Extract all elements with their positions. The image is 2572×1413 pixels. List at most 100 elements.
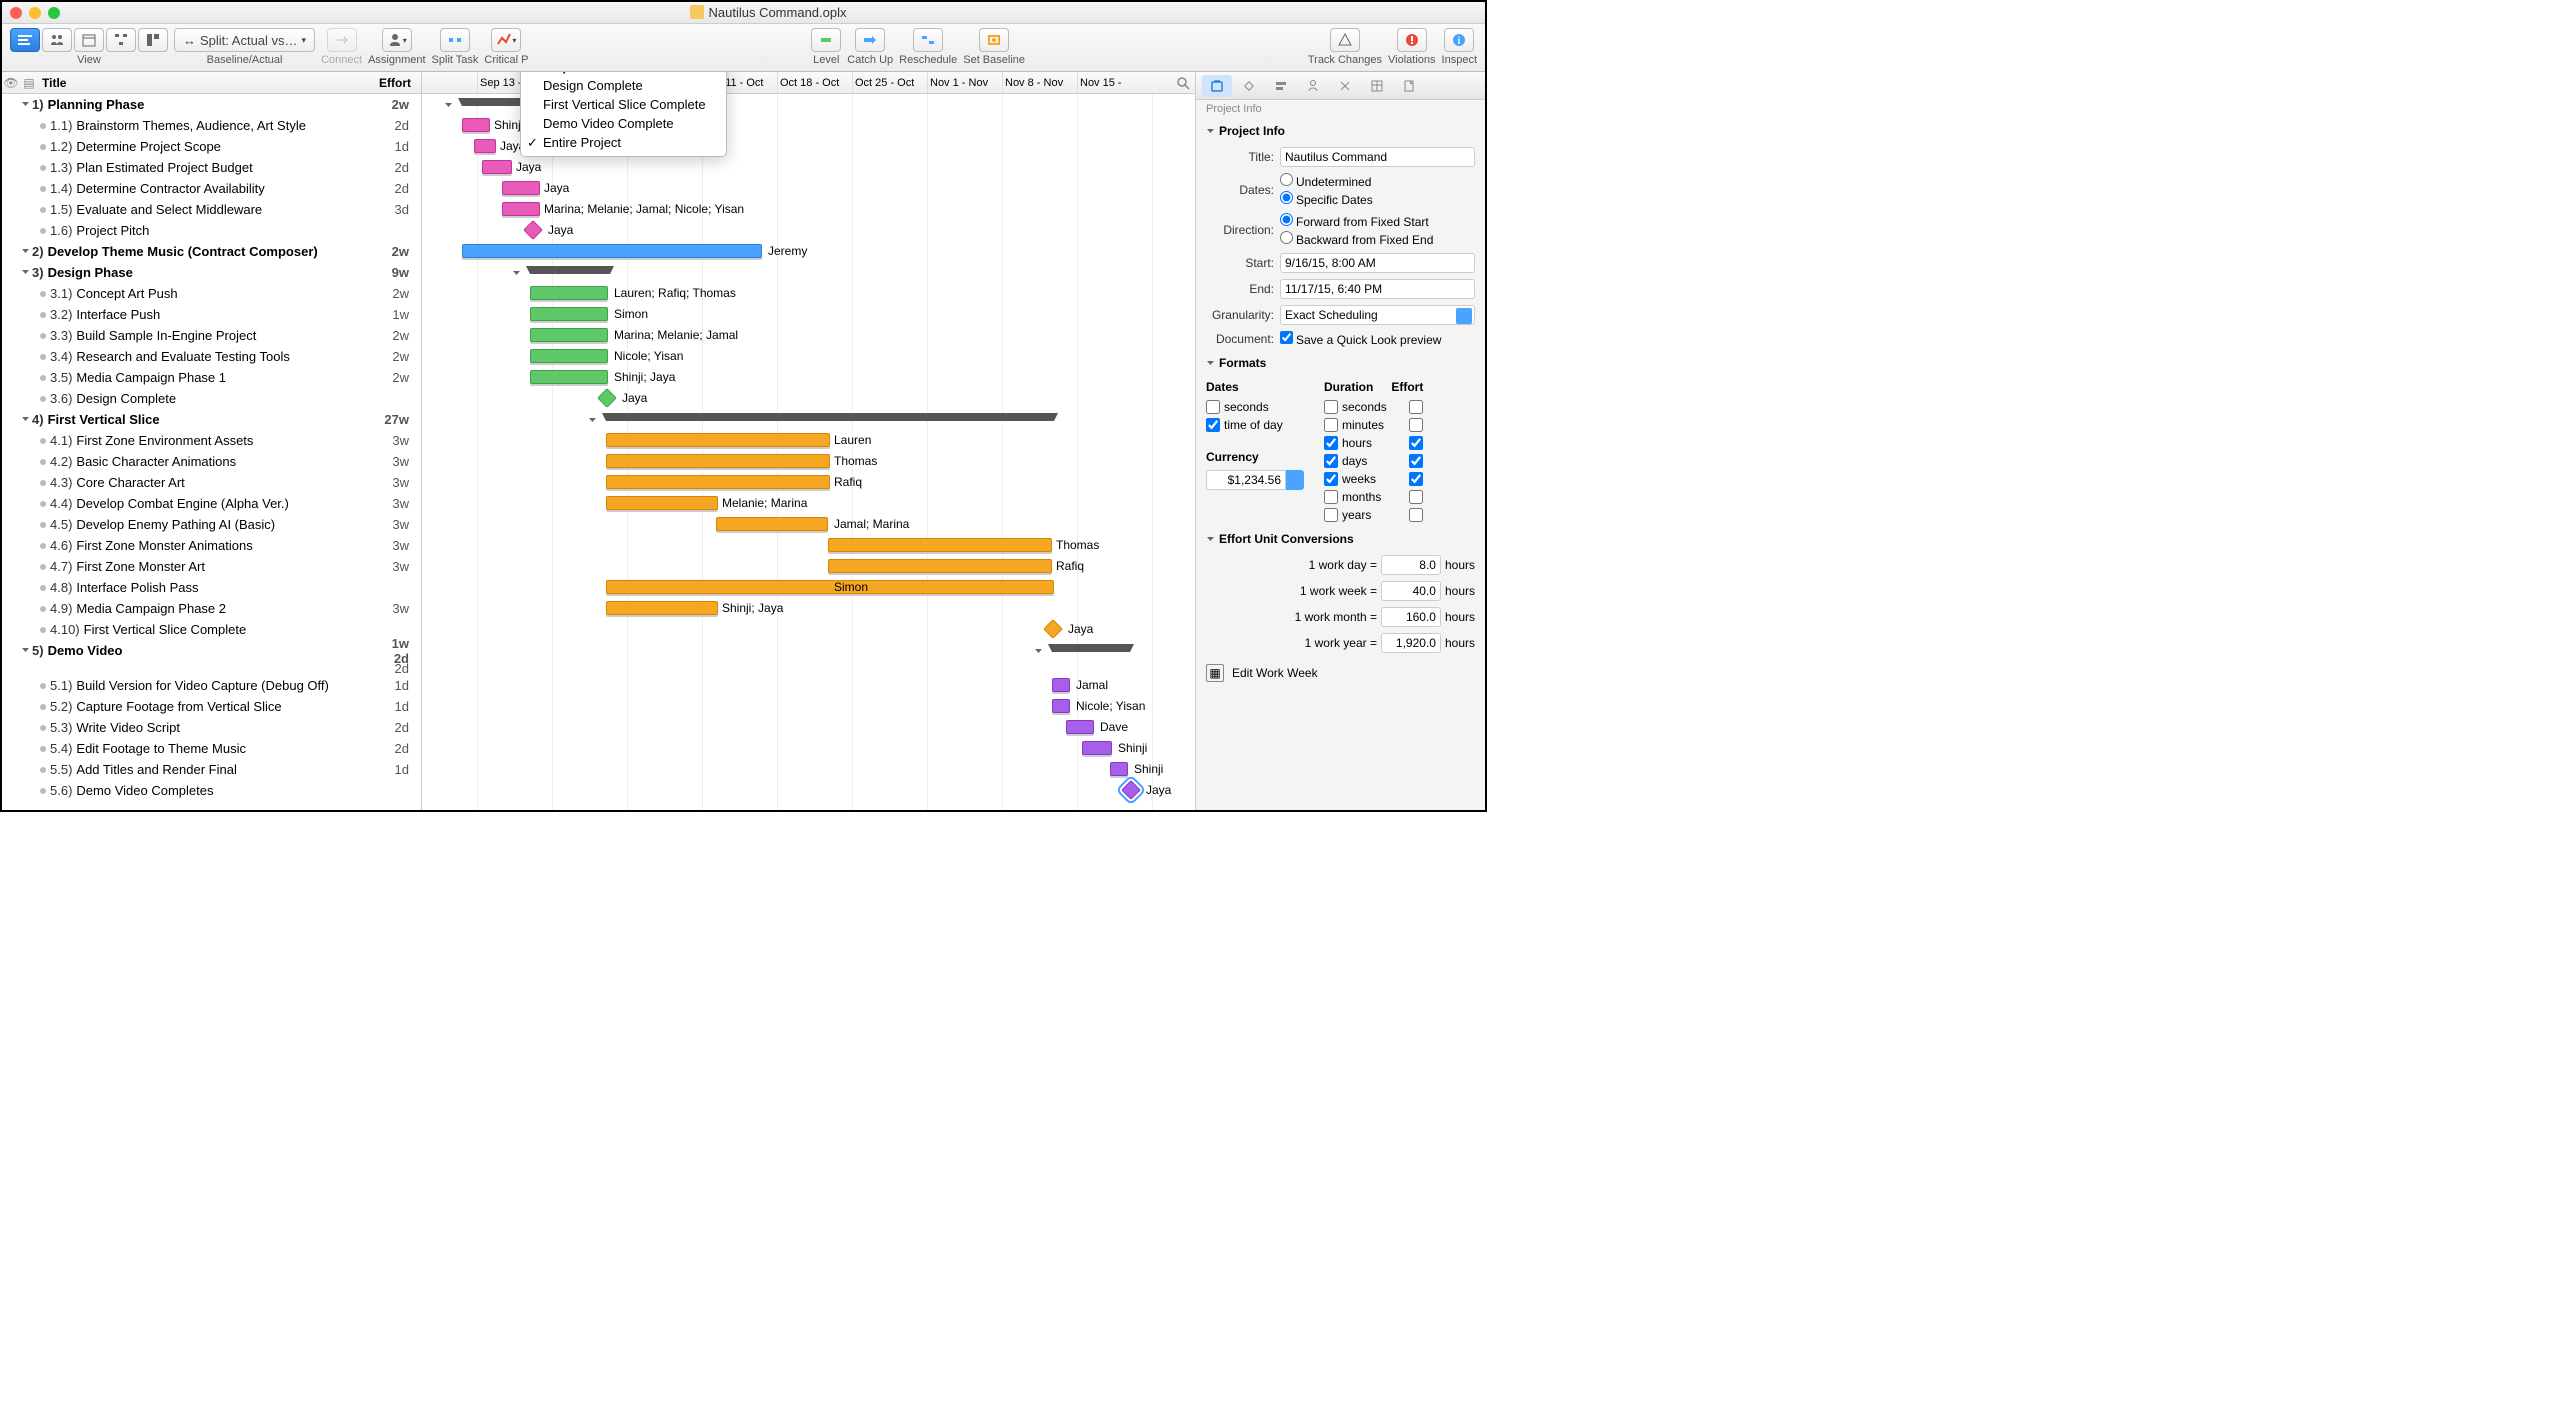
- outline-row[interactable]: 4.6)First Zone Monster Animations3w: [2, 535, 421, 556]
- eff-hours[interactable]: [1409, 436, 1423, 450]
- gantt-task-bar[interactable]: [474, 139, 496, 153]
- gantt-body[interactable]: ShinjiJaya; ShinjiJayaJayaMarina; Melani…: [422, 94, 1195, 810]
- gantt-task-bar[interactable]: [606, 496, 718, 510]
- gantt-task-bar[interactable]: [828, 559, 1052, 573]
- outline-row[interactable]: 4.2)Basic Character Animations3w: [2, 451, 421, 472]
- close-icon[interactable]: [10, 7, 22, 19]
- gantt-task-bar[interactable]: [606, 601, 718, 615]
- timeline-col[interactable]: Nov 8 - Nov: [1002, 72, 1063, 94]
- outline-row[interactable]: 3.4)Research and Evaluate Testing Tools2…: [2, 346, 421, 367]
- start-input[interactable]: [1280, 253, 1475, 273]
- inspector-tab-project[interactable]: [1202, 75, 1232, 97]
- outline-row[interactable]: 3.3)Build Sample In-Engine Project2w: [2, 325, 421, 346]
- search-icon[interactable]: [1175, 75, 1191, 91]
- section-formats[interactable]: Formats: [1196, 350, 1485, 376]
- outline-row[interactable]: 3.2)Interface Push1w: [2, 304, 421, 325]
- outline-row[interactable]: 4.8)Interface Polish Pass: [2, 577, 421, 598]
- eff-months[interactable]: [1409, 490, 1423, 504]
- gantt-disclosure-icon[interactable]: [512, 266, 521, 281]
- conv-year-input[interactable]: [1381, 633, 1441, 653]
- outline-row[interactable]: 4.5)Develop Enemy Pathing AI (Basic)3w: [2, 514, 421, 535]
- eff-weeks[interactable]: [1409, 472, 1423, 486]
- dates-undetermined-radio[interactable]: Undetermined: [1280, 173, 1373, 189]
- outline-row[interactable]: 3)Design Phase9w: [2, 262, 421, 283]
- set-baseline-button[interactable]: [979, 28, 1009, 52]
- gantt-disclosure-icon[interactable]: [444, 98, 453, 113]
- outline-row[interactable]: 5.6)Demo Video Completes: [2, 780, 421, 801]
- gantt-task-bar[interactable]: [1052, 678, 1070, 692]
- gantt-task-bar[interactable]: [606, 580, 1054, 594]
- gantt-task-bar[interactable]: [502, 202, 540, 216]
- gantt-task-bar[interactable]: [1110, 762, 1128, 776]
- view-gantt-button[interactable]: [10, 28, 40, 52]
- track-changes-button[interactable]: [1330, 28, 1360, 52]
- outline-row[interactable]: 1.1)Brainstorm Themes, Audience, Art Sty…: [2, 115, 421, 136]
- reschedule-button[interactable]: [913, 28, 943, 52]
- gantt-task-bar[interactable]: [530, 286, 608, 300]
- dur-days[interactable]: [1324, 454, 1338, 468]
- gantt-task-bar[interactable]: [482, 160, 512, 174]
- view-calendar-button[interactable]: [74, 28, 104, 52]
- dur-hours[interactable]: [1324, 436, 1338, 450]
- menu-item[interactable]: Entire Project: [521, 133, 726, 152]
- dur-years[interactable]: [1324, 508, 1338, 522]
- gantt-task-bar[interactable]: [716, 517, 828, 531]
- disclosure-icon[interactable]: [18, 646, 32, 655]
- inspector-tab-milestone[interactable]: [1234, 75, 1264, 97]
- dur-months[interactable]: [1324, 490, 1338, 504]
- gantt-disclosure-icon[interactable]: [588, 413, 597, 428]
- disclosure-icon[interactable]: [18, 415, 32, 424]
- outline-note-icon[interactable]: ▤: [20, 76, 38, 90]
- eff-minutes[interactable]: [1409, 418, 1423, 432]
- outline-row[interactable]: 5)Demo Video1w2d: [2, 640, 421, 661]
- edit-work-week-button[interactable]: ▦Edit Work Week: [1196, 656, 1485, 690]
- outline-row[interactable]: 4.10)First Vertical Slice Complete: [2, 619, 421, 640]
- outline-row[interactable]: 4.7)First Zone Monster Art3w: [2, 556, 421, 577]
- view-resources-button[interactable]: [42, 28, 72, 52]
- outline-row[interactable]: 5.4)Edit Footage to Theme Music2d: [2, 738, 421, 759]
- gantt-task-bar[interactable]: [1082, 741, 1112, 755]
- inspect-button[interactable]: i: [1444, 28, 1474, 52]
- dates-specific-radio[interactable]: Specific Dates: [1280, 191, 1373, 207]
- eff-seconds[interactable]: [1409, 400, 1423, 414]
- outline-row[interactable]: 1.6)Project Pitch: [2, 220, 421, 241]
- outline-row[interactable]: 2)Develop Theme Music (Contract Composer…: [2, 241, 421, 262]
- outline-row[interactable]: 4)First Vertical Slice27w: [2, 409, 421, 430]
- dur-minutes[interactable]: [1324, 418, 1338, 432]
- gantt-summary-bar[interactable]: [1052, 644, 1130, 652]
- timeline-col[interactable]: Nov 15 -: [1077, 72, 1122, 94]
- gantt-task-bar[interactable]: [606, 475, 830, 489]
- end-input[interactable]: [1280, 279, 1475, 299]
- assignment-button[interactable]: ▾: [382, 28, 412, 52]
- timeline-col[interactable]: Sep 13 -: [477, 72, 522, 94]
- disclosure-icon[interactable]: [18, 268, 32, 277]
- outline-title-header[interactable]: Title: [38, 76, 351, 90]
- section-project-info[interactable]: Project Info: [1196, 118, 1485, 144]
- menu-item[interactable]: First Vertical Slice Complete: [521, 95, 726, 114]
- critical-path-button[interactable]: ▾: [491, 28, 521, 52]
- connect-button[interactable]: [327, 28, 357, 52]
- view-styles-button[interactable]: [138, 28, 168, 52]
- granularity-select[interactable]: Exact Scheduling: [1280, 305, 1475, 325]
- outline-row[interactable]: 4.9)Media Campaign Phase 23w: [2, 598, 421, 619]
- quicklook-checkbox[interactable]: Save a Quick Look preview: [1280, 331, 1441, 347]
- title-input[interactable]: [1280, 147, 1475, 167]
- outline-row[interactable]: 5.3)Write Video Script2d: [2, 717, 421, 738]
- gantt-task-bar[interactable]: [502, 181, 540, 195]
- gantt-task-bar[interactable]: [606, 433, 830, 447]
- outline-row[interactable]: 1.3)Plan Estimated Project Budget2d: [2, 157, 421, 178]
- outline-row[interactable]: 3.6)Design Complete: [2, 388, 421, 409]
- outline-row[interactable]: 3.1)Concept Art Push2w: [2, 283, 421, 304]
- minimize-icon[interactable]: [29, 7, 41, 19]
- gantt-task-bar[interactable]: [462, 118, 490, 132]
- outline-row[interactable]: 5.5)Add Titles and Render Final1d: [2, 759, 421, 780]
- dur-weeks[interactable]: [1324, 472, 1338, 486]
- menu-item[interactable]: Design Complete: [521, 76, 726, 95]
- outline-row[interactable]: 4.4)Develop Combat Engine (Alpha Ver.)3w: [2, 493, 421, 514]
- outline-row[interactable]: 1.4)Determine Contractor Availability2d: [2, 178, 421, 199]
- gantt-task-bar[interactable]: [530, 328, 608, 342]
- outline-row[interactable]: 4.3)Core Character Art3w: [2, 472, 421, 493]
- fmt-tod[interactable]: time of day: [1206, 418, 1304, 432]
- outline-row[interactable]: 5.2)Capture Footage from Vertical Slice1…: [2, 696, 421, 717]
- timeline-col[interactable]: Oct 18 - Oct: [777, 72, 839, 94]
